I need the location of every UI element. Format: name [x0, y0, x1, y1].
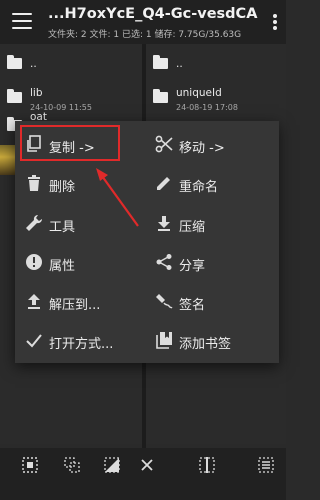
bookmarks-icon: [156, 332, 172, 349]
context-menu: 复制 -> 删除 工具 属性 解压到... 打开方式... 移动 -> 重命名 …: [15, 121, 279, 363]
split-pane-icon[interactable]: [199, 457, 215, 473]
file-name: lib: [30, 87, 43, 99]
menu-item-sign[interactable]: 签名: [145, 282, 279, 322]
folder-icon: [7, 89, 22, 103]
info-icon: [26, 254, 42, 270]
menu-item-delete[interactable]: 删除: [15, 164, 145, 204]
storage-summary: 文件夹: 2 文件: 1 已选: 1 储存: 7.75G/35.63G: [48, 30, 242, 40]
pencil-icon: [157, 177, 170, 190]
list-item[interactable]: ..: [0, 50, 142, 86]
folder-icon: [153, 89, 168, 103]
menu-item-open-with[interactable]: 打开方式...: [15, 321, 145, 361]
folder-icon: [7, 55, 22, 69]
menu-item-label: 移动 ->: [179, 141, 225, 156]
upload-icon: [28, 294, 40, 309]
menu-item-move[interactable]: 移动 ->: [145, 125, 279, 165]
signature-icon: [156, 294, 173, 309]
grid-select-icon[interactable]: [258, 457, 274, 473]
menu-item-label: 工具: [49, 220, 76, 235]
menu-item-label: 打开方式...: [49, 337, 114, 352]
menu-item-extract[interactable]: 解压到...: [15, 282, 145, 322]
file-name: uniqueId: [176, 87, 222, 99]
menu-item-label: 删除: [49, 180, 76, 195]
scissors-icon: [155, 135, 173, 153]
close-icon[interactable]: [139, 457, 155, 473]
check-icon: [26, 334, 42, 348]
folder-icon: [153, 55, 168, 69]
menu-item-label: 分享: [179, 259, 206, 274]
image-thumbnail: [0, 145, 15, 175]
menu-item-add-bookmark[interactable]: 添加书签: [145, 321, 279, 361]
menu-item-label: 签名: [179, 298, 206, 313]
wrench-icon: [26, 214, 43, 231]
trash-icon: [28, 175, 40, 191]
list-item[interactable]: uniqueId 24-08-19 17:08: [146, 84, 286, 120]
select-all-icon[interactable]: [22, 457, 38, 473]
top-app-bar: ...H7oxYcE_Q4-Gc-vesdCA==/ 文件夹: 2 文件: 1 …: [0, 0, 286, 44]
file-name: ..: [176, 58, 183, 70]
more-vertical-icon[interactable]: [272, 14, 278, 32]
menu-item-label: 重命名: [179, 180, 219, 195]
menu-item-properties[interactable]: 属性: [15, 243, 145, 283]
menu-item-share[interactable]: 分享: [145, 243, 279, 283]
list-item[interactable]: ..: [146, 50, 286, 86]
share-icon: [156, 254, 172, 270]
menu-item-label: 压缩: [179, 220, 206, 235]
file-name: ..: [30, 58, 37, 70]
download-icon: [158, 216, 170, 231]
bottom-action-bar: [0, 448, 286, 500]
menu-item-tools[interactable]: 工具: [15, 204, 145, 244]
path-title: ...H7oxYcE_Q4-Gc-vesdCA==/: [48, 6, 258, 22]
select-inverse-icon[interactable]: [104, 457, 120, 473]
menu-item-label: 添加书签: [179, 337, 232, 352]
file-date: 24-08-19 17:08: [176, 103, 238, 112]
menu-item-rename[interactable]: 重命名: [145, 164, 279, 204]
menu-item-label: 属性: [49, 259, 76, 274]
select-range-icon[interactable]: [64, 457, 80, 473]
hamburger-icon[interactable]: [12, 13, 32, 29]
menu-item-compress[interactable]: 压缩: [145, 204, 279, 244]
highlight-box: [20, 125, 120, 161]
menu-item-label: 解压到...: [49, 298, 101, 313]
